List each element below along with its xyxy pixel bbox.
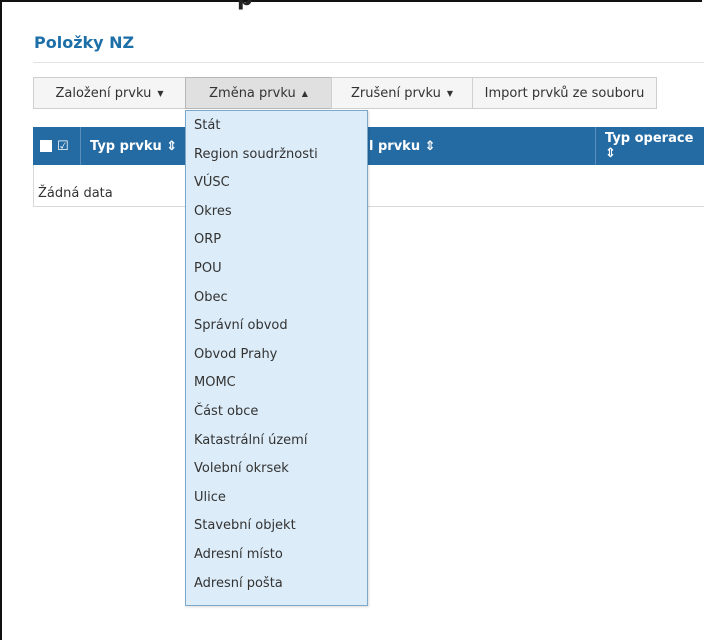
cancel-element-button[interactable]: Zrušení prvku ▼: [331, 77, 473, 109]
change-element-button[interactable]: Změna prvku ▲: [185, 77, 332, 109]
dropdown-item[interactable]: Stát: [194, 118, 220, 133]
checkbox-square-icon[interactable]: [40, 140, 52, 152]
caret-down-icon: ▼: [446, 88, 454, 98]
dropdown-item[interactable]: Volební okrsek: [194, 461, 289, 476]
dropdown-item[interactable]: MOMC: [194, 375, 236, 390]
table-body: [33, 165, 704, 207]
check-square-icon[interactable]: ☑: [57, 139, 69, 154]
dropdown-item[interactable]: Adresní místo: [194, 547, 283, 562]
clipped-heading: p: [0, 0, 704, 10]
caret-down-icon: ▼: [157, 88, 164, 98]
create-element-label: Založení prvku: [55, 85, 152, 101]
change-element-dropdown: Stát Region soudržnosti VÚSC Okres ORP P…: [185, 110, 368, 606]
dropdown-item[interactable]: Katastrální území: [194, 433, 307, 448]
dropdown-item[interactable]: Obec: [194, 290, 228, 305]
dropdown-item[interactable]: VÚSC: [194, 175, 230, 190]
column-divider: [595, 127, 596, 165]
column-header-type[interactable]: Typ prvku ⇕: [90, 127, 177, 165]
dropdown-item[interactable]: Stavební objekt: [194, 518, 296, 533]
import-elements-button[interactable]: Import prvků ze souboru: [472, 77, 657, 109]
dropdown-item[interactable]: Ulice: [194, 490, 226, 505]
import-elements-label: Import prvků ze souboru: [484, 85, 645, 101]
table-header: ☑ Typ prvku ⇕ l prvku ⇕ Typ operace ⇕: [33, 127, 704, 165]
dropdown-item[interactable]: Část obce: [194, 404, 258, 419]
dropdown-item[interactable]: Obvod Prahy: [194, 347, 277, 362]
empty-table-message: Žádná data: [38, 186, 113, 201]
dropdown-item[interactable]: Region soudržnosti: [194, 147, 318, 162]
column-header-element[interactable]: l prvku ⇕: [369, 127, 436, 165]
dropdown-item[interactable]: POU: [194, 261, 222, 276]
dropdown-item[interactable]: Okres: [194, 204, 232, 219]
select-all-cell[interactable]: ☑: [40, 127, 69, 165]
panel-title: Položky NZ: [34, 33, 135, 52]
column-header-operation[interactable]: Typ operace ⇕: [605, 127, 704, 165]
title-divider: [33, 62, 704, 63]
caret-up-icon: ▲: [301, 88, 308, 98]
cancel-element-label: Zrušení prvku: [350, 85, 441, 101]
dropdown-item[interactable]: ORP: [194, 232, 221, 247]
create-element-button[interactable]: Založení prvku ▼: [33, 77, 186, 109]
toolbar: Založení prvku ▼ Změna prvku ▲ Zrušení p…: [33, 77, 657, 109]
dropdown-item[interactable]: Adresní pošta: [194, 576, 283, 591]
dropdown-item[interactable]: Správní obvod: [194, 318, 288, 333]
change-element-label: Změna prvku: [209, 85, 296, 101]
column-divider: [80, 127, 81, 165]
